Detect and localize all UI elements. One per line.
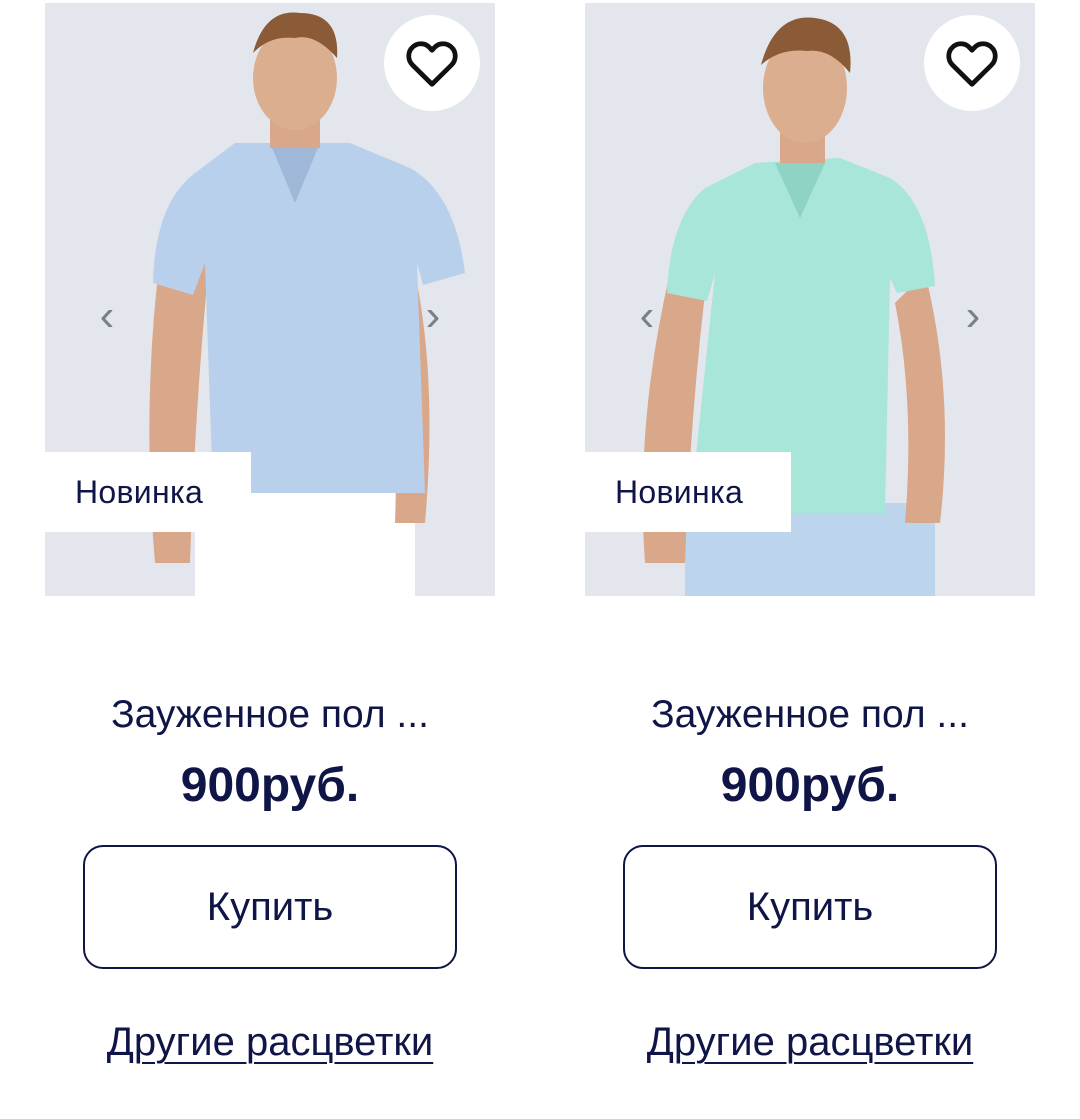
- heart-outline-icon: [946, 41, 998, 87]
- product-card: ‹ › Новинка Зауженное пол ... 900руб. Ку…: [585, 0, 1035, 1119]
- new-badge: Новинка: [45, 452, 251, 532]
- chevron-right-icon: ›: [425, 291, 441, 340]
- buy-button[interactable]: Купить: [83, 845, 457, 969]
- chevron-left-icon: ‹: [99, 291, 115, 340]
- product-name[interactable]: Зауженное пол ...: [585, 693, 1035, 737]
- carousel-prev-button[interactable]: ‹: [627, 288, 667, 344]
- product-name[interactable]: Зауженное пол ...: [45, 693, 495, 737]
- carousel-prev-button[interactable]: ‹: [87, 288, 127, 344]
- other-colors-link[interactable]: Другие расцветки: [45, 1020, 495, 1065]
- product-image-carousel[interactable]: ‹ › Новинка: [585, 3, 1035, 596]
- product-price: 900руб.: [180, 759, 360, 812]
- add-to-favorites-button[interactable]: [924, 15, 1020, 111]
- chevron-left-icon: ‹: [639, 291, 655, 340]
- other-colors-link[interactable]: Другие расцветки: [585, 1020, 1035, 1065]
- buy-button[interactable]: Купить: [623, 845, 997, 969]
- chevron-right-icon: ›: [965, 291, 981, 340]
- carousel-next-button[interactable]: ›: [953, 288, 993, 344]
- product-card: ‹ › Новинка Зауженное пол ... 900руб. Ку…: [45, 0, 495, 1119]
- new-badge: Новинка: [585, 452, 791, 532]
- heart-outline-icon: [406, 41, 458, 87]
- product-image-carousel[interactable]: ‹ › Новинка: [45, 3, 495, 596]
- product-price: 900руб.: [720, 759, 900, 812]
- add-to-favorites-button[interactable]: [384, 15, 480, 111]
- carousel-next-button[interactable]: ›: [413, 288, 453, 344]
- product-grid: ‹ › Новинка Зауженное пол ... 900руб. Ку…: [0, 0, 1080, 1119]
